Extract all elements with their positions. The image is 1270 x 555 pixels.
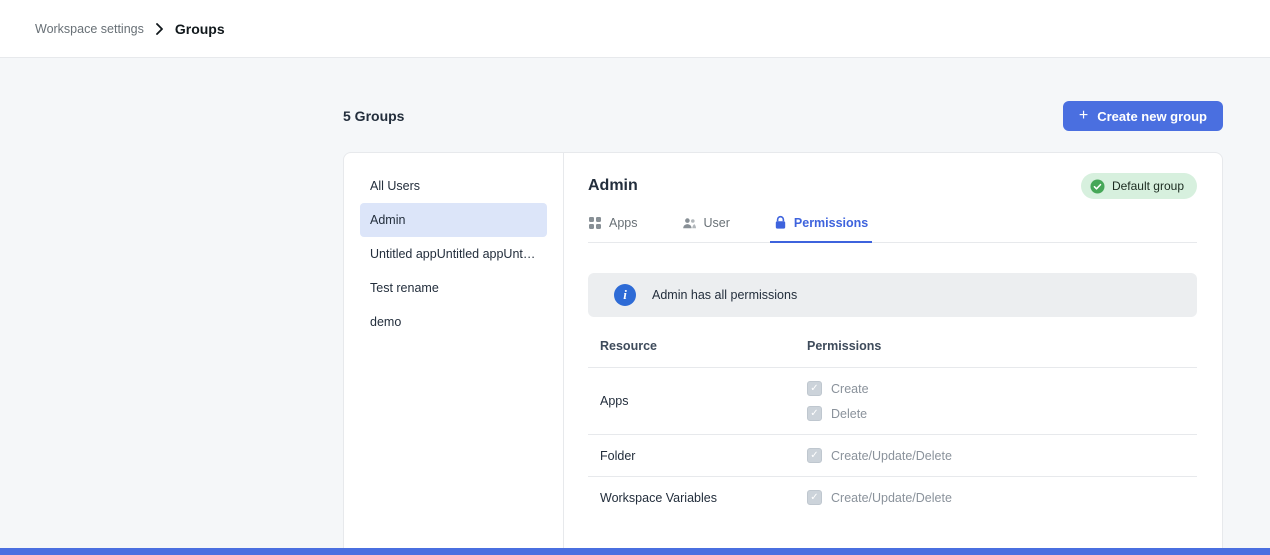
permission-item-delete: ✓ Delete xyxy=(807,406,1197,421)
group-detail-tabs: Apps User Permissions xyxy=(588,215,1197,243)
group-item-untitled-app[interactable]: Untitled appUntitled appUntitle… xyxy=(360,237,547,271)
info-icon: i xyxy=(614,284,636,306)
top-header: Workspace settings Groups xyxy=(0,0,1270,58)
group-item-label: Untitled appUntitled appUntitle… xyxy=(370,247,537,261)
group-item-label: demo xyxy=(370,315,401,329)
permissions-cell: ✓ Create/Update/Delete xyxy=(807,435,1197,476)
permissions-cell: ✓ Create ✓ Delete xyxy=(807,368,1197,434)
resource-label: Workspace Variables xyxy=(588,491,807,505)
permissions-info-banner: i Admin has all permissions xyxy=(588,273,1197,317)
permission-label: Create/Update/Delete xyxy=(831,449,952,463)
create-new-group-button[interactable]: + Create new group xyxy=(1063,101,1223,131)
group-detail-header: Admin Default group xyxy=(588,173,1197,199)
folder-cud-checkbox[interactable]: ✓ xyxy=(807,448,822,463)
checkbox-check-icon: ✓ xyxy=(810,409,818,419)
plus-icon: + xyxy=(1079,108,1088,124)
permission-item-folder-cud: ✓ Create/Update/Delete xyxy=(807,448,1197,463)
checkbox-check-icon: ✓ xyxy=(810,451,818,461)
table-row-folder: Folder ✓ Create/Update/Delete xyxy=(588,435,1197,477)
table-row-apps: Apps ✓ Create ✓ Delete xyxy=(588,368,1197,435)
permission-label: Delete xyxy=(831,407,867,421)
group-list-sidebar: All Users Admin Untitled appUntitled app… xyxy=(344,153,564,555)
tab-permissions-label: Permissions xyxy=(794,216,868,230)
group-item-test-rename[interactable]: Test rename xyxy=(360,271,547,305)
badge-check-icon xyxy=(1090,179,1105,194)
create-new-group-label: Create new group xyxy=(1097,109,1207,124)
group-item-label: Test rename xyxy=(370,281,439,295)
create-checkbox[interactable]: ✓ xyxy=(807,381,822,396)
tab-apps[interactable]: Apps xyxy=(588,215,638,242)
user-icon xyxy=(682,216,697,230)
groups-toolbar: 5 Groups + Create new group xyxy=(343,101,1223,131)
checkbox-check-icon: ✓ xyxy=(810,493,818,503)
breadcrumb-workspace-settings[interactable]: Workspace settings xyxy=(35,22,144,36)
apps-grid-icon xyxy=(588,216,602,230)
default-group-badge-label: Default group xyxy=(1112,179,1184,193)
resource-label: Apps xyxy=(588,394,807,408)
permissions-table: Resource Permissions Apps ✓ Create ✓ xyxy=(588,325,1197,518)
group-title: Admin xyxy=(588,177,638,195)
workspace-variables-cud-checkbox[interactable]: ✓ xyxy=(807,490,822,505)
permission-item-create: ✓ Create xyxy=(807,381,1197,396)
tab-user-label: User xyxy=(704,216,730,230)
checkbox-check-icon: ✓ xyxy=(810,384,818,394)
lock-icon xyxy=(774,215,787,230)
group-item-all-users[interactable]: All Users xyxy=(360,169,547,203)
tab-permissions[interactable]: Permissions xyxy=(774,215,868,242)
group-detail-pane: Admin Default group Apps xyxy=(564,153,1222,555)
group-item-label: Admin xyxy=(370,213,405,227)
column-header-resource: Resource xyxy=(588,339,807,353)
table-row-workspace-variables: Workspace Variables ✓ Create/Update/Dele… xyxy=(588,477,1197,518)
chevron-right-icon xyxy=(155,23,164,35)
permissions-info-text: Admin has all permissions xyxy=(652,288,797,302)
permissions-table-header: Resource Permissions xyxy=(588,325,1197,368)
column-header-permissions: Permissions xyxy=(807,339,1197,353)
delete-checkbox[interactable]: ✓ xyxy=(807,406,822,421)
permissions-cell: ✓ Create/Update/Delete xyxy=(807,477,1197,518)
tab-user[interactable]: User xyxy=(682,215,730,242)
resource-label: Folder xyxy=(588,449,807,463)
group-item-label: All Users xyxy=(370,179,420,193)
permission-item-wv-cud: ✓ Create/Update/Delete xyxy=(807,490,1197,505)
bottom-accent-bar xyxy=(0,548,1270,555)
group-item-admin[interactable]: Admin xyxy=(360,203,547,237)
group-item-demo[interactable]: demo xyxy=(360,305,547,339)
permission-label: Create xyxy=(831,382,869,396)
groups-card: All Users Admin Untitled appUntitled app… xyxy=(343,152,1223,555)
default-group-badge: Default group xyxy=(1081,173,1197,199)
groups-count-label: 5 Groups xyxy=(343,108,404,124)
breadcrumb-current-groups: Groups xyxy=(175,21,225,37)
breadcrumb: Workspace settings Groups xyxy=(35,21,225,37)
permission-label: Create/Update/Delete xyxy=(831,491,952,505)
tab-apps-label: Apps xyxy=(609,216,638,230)
